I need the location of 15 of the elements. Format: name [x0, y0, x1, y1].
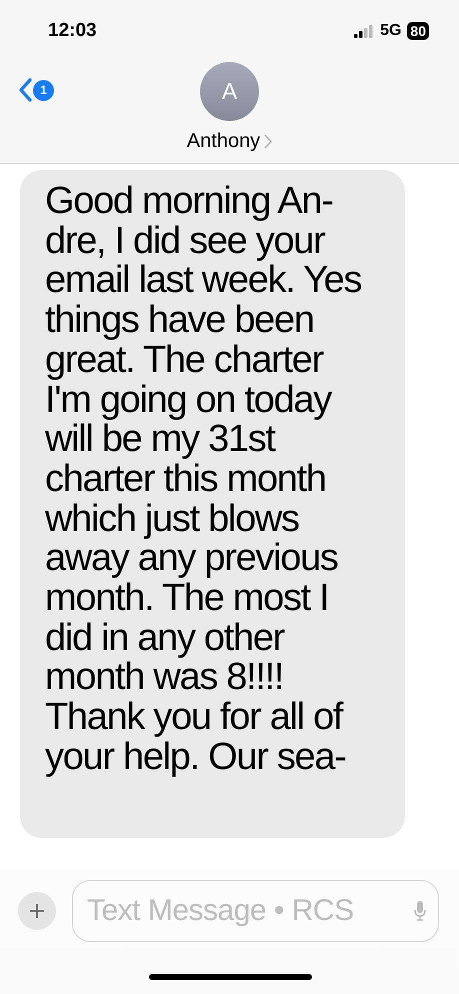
signal-icon — [354, 24, 374, 38]
message-bubble: Good morning An- dre, I did see your email last week. Yes things have been great. The charter I'm going on today will be my 31st charter this month which just blows away any previous month. The most I did in any other month was 8!!!! Thank you for all of your help. Our sea- — [20, 170, 405, 838]
contact-name[interactable]: Anthony — [186, 130, 272, 153]
status-time: 12:03 — [48, 20, 97, 42]
network-label: 5G — [380, 22, 402, 40]
plus-icon — [29, 903, 45, 919]
add-button[interactable] — [18, 892, 56, 930]
chevron-left-icon — [18, 78, 32, 102]
back-button[interactable]: 1 — [18, 78, 54, 102]
message-field[interactable]: Text Message • RCS — [72, 880, 439, 942]
battery-level: 80 — [407, 22, 429, 40]
unread-badge: 1 — [33, 80, 54, 100]
chevron-right-icon — [264, 134, 272, 149]
contact-avatar[interactable]: A — [200, 62, 259, 121]
microphone-icon — [413, 900, 427, 922]
